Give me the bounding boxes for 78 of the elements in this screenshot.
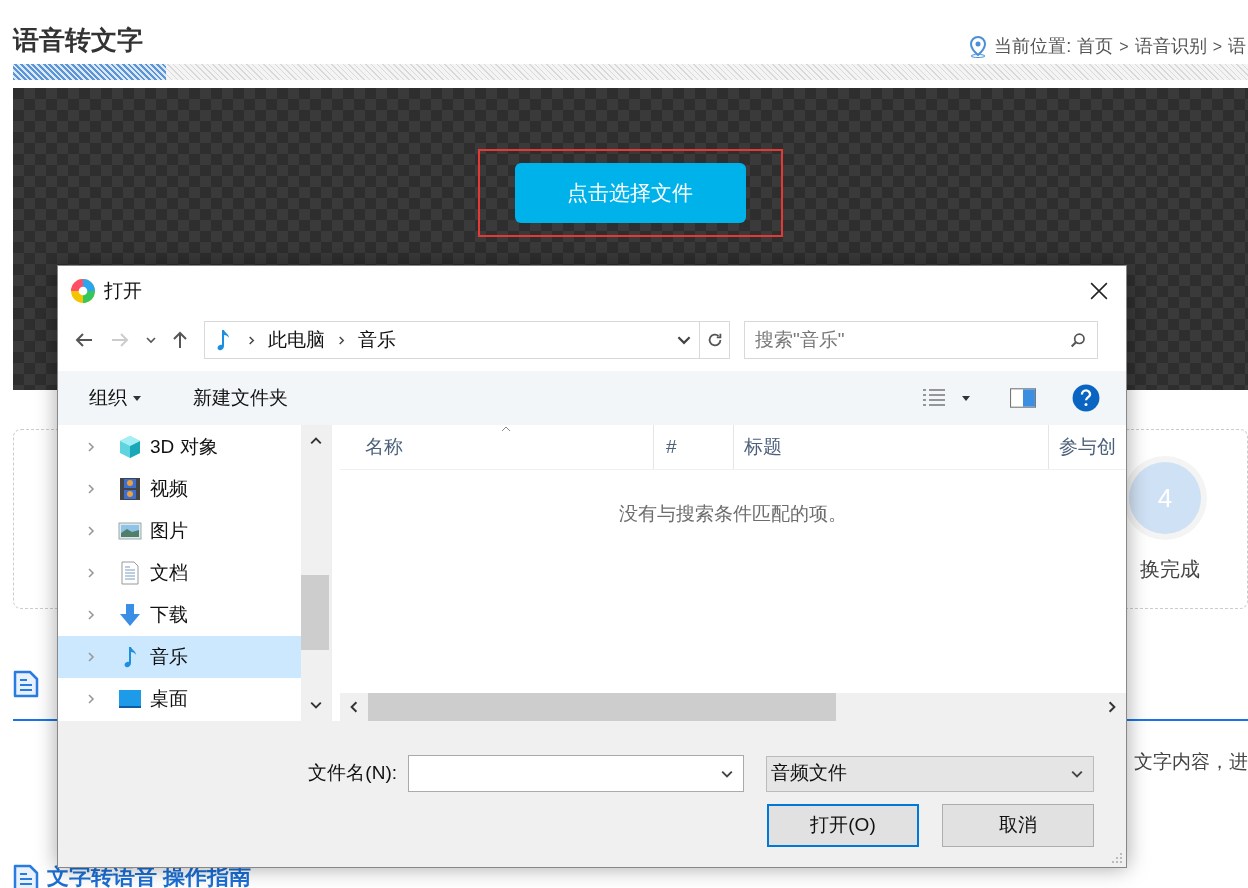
nav-item-label: 桌面 [150, 686, 188, 711]
chevron-icon [1106, 701, 1118, 713]
caret-icon[interactable] [962, 395, 970, 401]
vertical-scrollbar[interactable] [301, 425, 331, 721]
horizontal-scrollbar[interactable] [340, 693, 1126, 721]
breadcrumb-link[interactable]: 语 [1228, 33, 1246, 60]
path-segment[interactable]: 此电脑 [268, 325, 325, 355]
breadcrumb-link[interactable]: 语音识别 [1134, 33, 1207, 60]
chevron-icon [310, 699, 322, 711]
chevron-icon [86, 484, 96, 494]
file-type-select[interactable]: 音频文件 [766, 755, 1094, 792]
preview-pane-icon[interactable] [1010, 388, 1036, 408]
column-header[interactable]: # [654, 425, 734, 469]
chevron-icon [86, 526, 96, 536]
nav-item-label: 3D 对象 [150, 434, 218, 459]
nav-tree-item[interactable]: 图片 [58, 510, 301, 552]
desktop-icon [118, 687, 142, 711]
nav-item-label: 下载 [150, 602, 188, 627]
document-icon [13, 864, 39, 888]
dialog-button[interactable]: 打开(O) [767, 804, 919, 847]
caret-icon [133, 395, 141, 401]
nav-item-label: 音乐 [150, 644, 188, 669]
dialog-title: 打开 [104, 278, 143, 303]
download-icon [118, 603, 142, 627]
address-bar[interactable]: 此电脑 音乐 [204, 321, 730, 359]
cube-icon [118, 435, 142, 459]
nav-item-label: 视频 [150, 476, 188, 501]
view-list-icon[interactable] [922, 388, 946, 408]
chevron-icon [310, 435, 322, 447]
nav-tree-item[interactable]: 音乐 [58, 636, 301, 678]
help-icon[interactable] [1072, 384, 1100, 412]
chevron-icon [86, 610, 96, 620]
column-header[interactable]: 标题 [734, 425, 1049, 469]
chevron-icon [86, 694, 96, 704]
nav-tree-item[interactable]: 下载 [58, 594, 301, 636]
location-pin-icon [968, 35, 989, 58]
search-icon [1070, 331, 1087, 349]
film-icon [118, 477, 142, 501]
new-folder-button[interactable]: 新建文件夹 [193, 383, 288, 413]
dialog-button[interactable]: 取消 [942, 804, 1094, 847]
breadcrumb-separator: > [1119, 36, 1129, 57]
filename-field[interactable] [408, 755, 744, 792]
step-label: 换完成 [1139, 557, 1200, 582]
organize-menu[interactable]: 组织 [89, 383, 141, 413]
close-icon [1090, 282, 1108, 300]
image-icon [118, 519, 142, 543]
nav-tree-item[interactable]: 3D 对象 [58, 426, 301, 468]
nav-item-label: 图片 [150, 518, 188, 543]
document-icon [118, 561, 142, 585]
empty-message: 没有与搜索条件匹配的项。 [619, 502, 847, 526]
search-field[interactable]: 搜索"音乐" [744, 321, 1098, 359]
sort-caret-icon [501, 426, 511, 432]
column-header[interactable]: 参与创 [1049, 425, 1126, 469]
nav-tree-item[interactable]: 视频 [58, 468, 301, 510]
nav-tree-item[interactable]: 文档 [58, 552, 301, 594]
chevron-icon [146, 335, 156, 345]
document-icon [13, 670, 39, 698]
chevron-icon [86, 568, 96, 578]
path-segment[interactable]: 音乐 [358, 325, 396, 355]
search-input[interactable]: 搜索"音乐" [755, 325, 1070, 355]
paragraph-text: 文字内容，进 [1134, 750, 1248, 775]
chevron-icon [348, 701, 360, 713]
page-title: 语音转文字 [13, 24, 143, 57]
chevron-icon [247, 335, 256, 345]
scrollbar-thumb[interactable] [368, 693, 836, 721]
filename-label: 文件名(N): [308, 761, 397, 786]
nav-item-label: 文档 [150, 560, 188, 585]
nav-tree-item[interactable]: 桌面 [58, 678, 301, 720]
chevron-icon [86, 652, 96, 662]
resize-grip-icon[interactable] [1111, 852, 1123, 864]
chevron-icon [86, 442, 96, 452]
breadcrumb-label: 当前位置: [994, 35, 1072, 58]
chevron-icon [337, 335, 346, 345]
column-header[interactable]: 名称 [340, 425, 654, 469]
app-logo-icon [70, 278, 96, 304]
scrollbar-thumb[interactable] [301, 575, 329, 650]
breadcrumb-link[interactable]: 首页 [1077, 33, 1114, 60]
breadcrumb-separator: > [1212, 36, 1222, 57]
